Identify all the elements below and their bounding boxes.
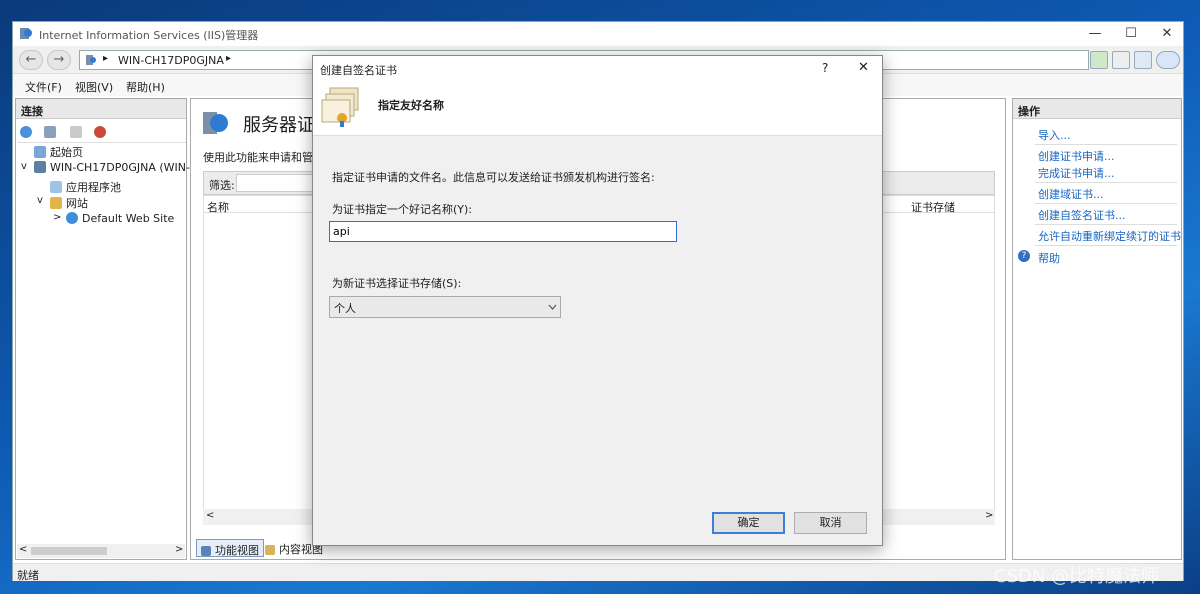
tree-sites-label: 网站 <box>66 197 88 210</box>
tree-default-web-site-label: Default Web Site <box>82 212 175 225</box>
actions-header: 操作 <box>1013 99 1181 119</box>
tree-server-label: WIN-CH17DP0GJNA (WIN- <box>50 161 190 174</box>
server-node-icon <box>34 161 46 173</box>
breadcrumb-server[interactable]: WIN-CH17DP0GJNA <box>118 54 224 67</box>
breadcrumb-separator-2[interactable]: ▸ <box>226 53 231 64</box>
cancel-button[interactable]: 取消 <box>794 512 867 534</box>
features-view-icon <box>201 546 211 556</box>
connections-header: 连接 <box>16 99 186 119</box>
scroll-right-arrow[interactable]: > <box>175 544 183 555</box>
cert-store-label: 为新证书选择证书存储(S): <box>332 277 462 290</box>
sites-folder-icon <box>50 197 62 209</box>
tree-sites[interactable]: 网站 <box>50 195 88 211</box>
connections-toolbar <box>18 123 186 143</box>
stop-icon[interactable] <box>1112 51 1130 69</box>
action-complete-cert-request[interactable]: 完成证书申请... <box>1038 165 1115 181</box>
save-icon[interactable] <box>44 126 56 138</box>
menu-help[interactable]: 帮助(H) <box>126 79 165 95</box>
refresh-icon[interactable] <box>1090 51 1108 69</box>
app-pool-icon <box>50 181 62 193</box>
dialog-title: 创建自签名证书 <box>320 64 397 77</box>
menu-file[interactable]: 文件(F) <box>25 79 62 95</box>
server-icon <box>86 55 96 65</box>
expand-sites-toggle[interactable]: v <box>37 195 43 206</box>
tree-start-page[interactable]: 起始页 <box>34 144 83 160</box>
certificate-icon <box>321 87 359 127</box>
filter-label: 筛选: <box>209 179 235 192</box>
action-create-cert-request[interactable]: 创建证书申请... <box>1038 148 1115 164</box>
feature-description: 使用此功能来申请和管理 <box>203 151 324 164</box>
left-horizontal-scrollbar[interactable]: < > <box>17 544 185 558</box>
menu-view[interactable]: 视图(V) <box>75 79 113 95</box>
create-self-signed-cert-dialog: 创建自签名证书 ? ✕ 指定友好名称 指定证书申请的文件名。此信息可以发送给证书… <box>312 55 883 546</box>
expand-server-toggle[interactable]: v <box>21 161 27 172</box>
server-certificates-icon <box>203 112 228 134</box>
action-help[interactable]: 帮助 <box>1038 250 1060 266</box>
action-create-domain-cert[interactable]: 创建域证书... <box>1038 186 1104 202</box>
tab-features-label: 功能视图 <box>215 544 259 557</box>
column-store[interactable]: 证书存储 <box>911 199 955 215</box>
expand-default-site-toggle[interactable]: > <box>53 212 61 223</box>
friendly-name-input[interactable] <box>329 221 677 242</box>
title-bar[interactable]: Internet Information Services (IIS)管理器 —… <box>13 22 1183 46</box>
center-scroll-left[interactable]: < <box>206 510 214 521</box>
iis-app-icon <box>20 28 32 39</box>
breadcrumb-separator: ▸ <box>103 53 109 64</box>
close-button[interactable]: ✕ <box>1149 22 1185 46</box>
dialog-header: 指定友好名称 <box>313 80 882 136</box>
remove-connection-icon[interactable] <box>94 126 106 138</box>
content-view-icon <box>265 545 275 555</box>
cert-store-value: 个人 <box>334 302 356 315</box>
connect-globe-icon[interactable] <box>20 126 32 138</box>
help-dropdown-icon[interactable] <box>1156 51 1180 69</box>
dialog-help-button[interactable]: ? <box>822 61 828 75</box>
action-separator <box>1035 182 1177 183</box>
tree-app-pools-label: 应用程序池 <box>66 181 121 194</box>
tree-app-pools[interactable]: 应用程序池 <box>50 179 121 195</box>
column-name[interactable]: 名称 <box>207 199 229 215</box>
help-icon: ? <box>1018 250 1030 262</box>
chevron-down-icon <box>548 304 557 310</box>
action-separator <box>1035 203 1177 204</box>
action-separator <box>1035 245 1177 246</box>
watermark: CSDN @比特魔法师 <box>994 566 1160 587</box>
action-separator <box>1035 224 1177 225</box>
maximize-button[interactable]: ☐ <box>1113 22 1149 46</box>
add-connection-icon[interactable] <box>70 126 82 138</box>
dialog-close-button[interactable]: ✕ <box>858 60 869 75</box>
actions-pane: 操作 导入... 创建证书申请... 完成证书申请... 创建域证书... 创建… <box>1012 98 1182 560</box>
forward-button[interactable]: → <box>47 50 71 70</box>
ok-button[interactable]: 确定 <box>712 512 785 534</box>
friendly-name-label: 为证书指定一个好记名称(Y): <box>332 203 473 216</box>
dialog-intro-text: 指定证书申请的文件名。此信息可以发送给证书颁发机构进行签名: <box>332 171 655 184</box>
tree-default-web-site[interactable]: Default Web Site <box>66 212 174 225</box>
connections-pane: 连接 起始页 v WIN-CH17DP0GJNA (WIN- 应用程序池 v 网… <box>15 98 190 560</box>
website-globe-icon <box>66 212 78 224</box>
tab-features-view[interactable]: 功能视图 <box>196 539 264 557</box>
scroll-thumb[interactable] <box>31 547 107 555</box>
window-title: Internet Information Services (IIS)管理器 <box>39 29 259 42</box>
tree-server[interactable]: WIN-CH17DP0GJNA (WIN- <box>34 161 190 174</box>
minimize-button[interactable]: — <box>1077 22 1113 46</box>
action-create-self-signed-cert[interactable]: 创建自签名证书... <box>1038 207 1126 223</box>
start-page-icon <box>34 146 46 158</box>
home-icon[interactable] <box>1134 51 1152 69</box>
cert-store-select[interactable]: 个人 <box>329 296 561 318</box>
back-button[interactable]: ← <box>19 50 43 70</box>
action-import[interactable]: 导入... <box>1038 127 1071 143</box>
action-enable-auto-rebind[interactable]: 允许自动重新绑定续订的证书 <box>1038 228 1181 244</box>
center-scroll-right[interactable]: > <box>985 510 993 521</box>
status-text: 就绪 <box>17 569 39 582</box>
scroll-left-arrow[interactable]: < <box>19 544 27 555</box>
tree-start-page-label: 起始页 <box>50 146 83 159</box>
dialog-title-bar[interactable]: 创建自签名证书 ? ✕ <box>313 56 882 80</box>
dialog-step-title: 指定友好名称 <box>378 99 444 112</box>
action-separator <box>1035 144 1177 145</box>
